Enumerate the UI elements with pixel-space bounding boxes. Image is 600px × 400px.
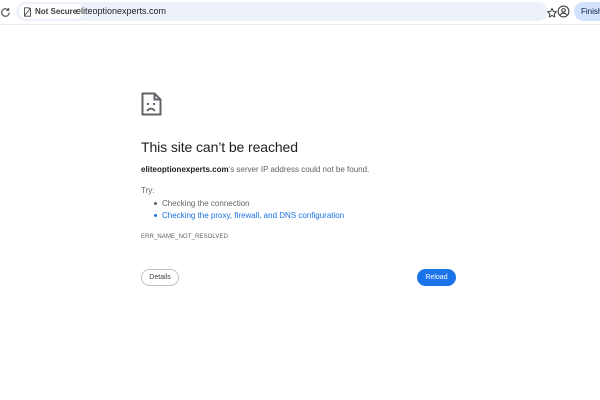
error-host: eliteoptionexperts.com [141,165,229,174]
browser-toolbar: Not Secure eliteoptionexperts.com Finish [0,0,600,25]
security-chip[interactable]: Not Secure [19,4,84,19]
try-label: Try: [141,186,155,195]
suggestion-check-connection: Checking the connection [152,199,344,211]
finish-button[interactable]: Finish [574,2,600,21]
reload-button[interactable]: Reload [417,269,456,286]
error-code: ERR_NAME_NOT_RESOLVED [141,234,229,240]
not-secure-icon [23,6,32,17]
error-message-suffix: ’s server IP address could not be found. [228,165,370,174]
error-message: eliteoptionexperts.com’s server IP addre… [141,165,369,174]
security-chip-label: Not Secure [35,7,78,16]
url-text[interactable]: eliteoptionexperts.com [76,5,166,18]
suggestion-list: Checking the connection Checking the pro… [152,199,344,223]
address-bar[interactable]: Not Secure eliteoptionexperts.com [16,2,557,21]
details-button[interactable]: Details [141,269,179,286]
reload-icon[interactable] [0,5,12,19]
error-title: This site can’t be reached [141,139,298,155]
sad-page-icon [141,92,162,116]
profile-icon[interactable] [557,5,570,18]
suggestion-check-proxy-link[interactable]: Checking the proxy, firewall, and DNS co… [152,211,344,223]
